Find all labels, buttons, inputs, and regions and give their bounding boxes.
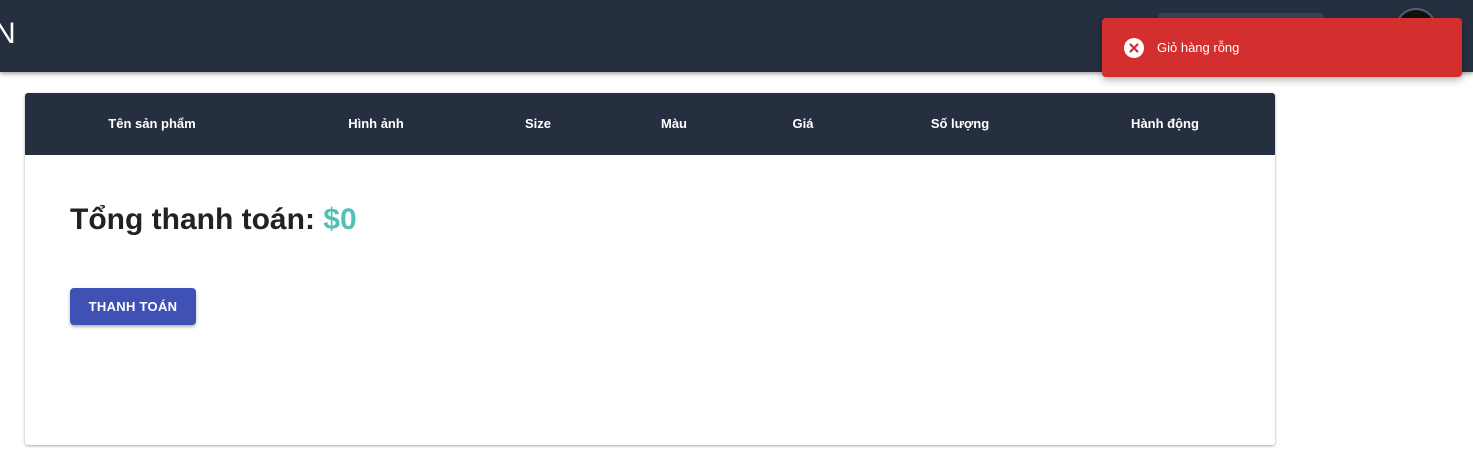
close-circle-icon[interactable]: [1124, 38, 1144, 58]
order-total: Tổng thanh toán: $0: [70, 203, 357, 237]
column-header-color: Màu: [661, 116, 687, 131]
cart-card: Tên sản phẩm Hình ảnh Size Màu Giá Số lư…: [25, 93, 1275, 445]
checkout-button[interactable]: THANH TOÁN: [70, 288, 196, 325]
cart-table-header: Tên sản phẩm Hình ảnh Size Màu Giá Số lư…: [25, 93, 1275, 155]
toast-message: Giỏ hàng rỗng: [1157, 40, 1240, 55]
column-header-image: Hình ảnh: [348, 116, 404, 131]
column-header-price: Giá: [792, 116, 814, 131]
column-header-size: Size: [524, 116, 552, 131]
order-total-label: Tổng thanh toán:: [70, 203, 315, 236]
order-total-amount: $0: [323, 203, 357, 236]
error-toast: Giỏ hàng rỗng: [1102, 18, 1462, 77]
column-header-product-name: Tên sản phẩm: [108, 116, 196, 131]
brand-logo-text[interactable]: N: [0, 16, 16, 52]
column-header-actions: Hành động: [1131, 116, 1199, 131]
column-header-quantity: Số lượng: [930, 116, 990, 131]
